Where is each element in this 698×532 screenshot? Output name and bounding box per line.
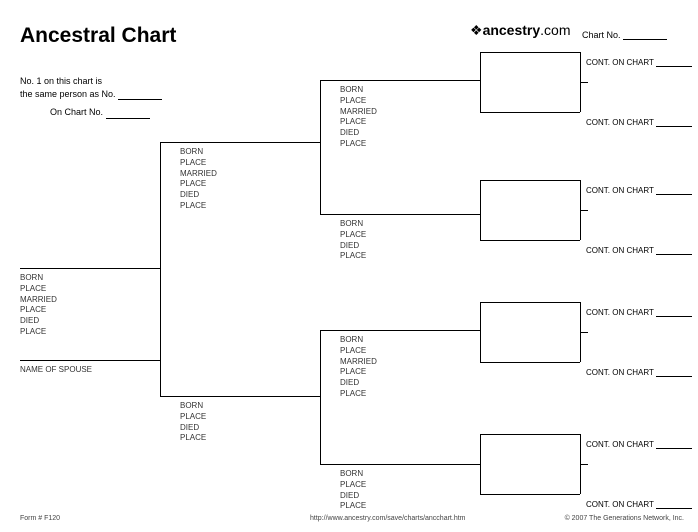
person-14-name-line[interactable]: [480, 434, 580, 435]
footer-form: Form # F120: [20, 515, 60, 522]
cont-chart-10[interactable]: CONT. ON CHART: [586, 186, 692, 195]
person-4-name-line[interactable]: [320, 80, 480, 81]
brand-logo: ❖ancestry.com: [470, 22, 571, 39]
person-2-fields[interactable]: BORNPLACEMARRIEDPLACEDIEDPLACE: [180, 147, 217, 212]
person-3-fields[interactable]: BORNPLACEDIEDPLACE: [180, 401, 206, 444]
person-3-name-line[interactable]: [160, 396, 320, 397]
spouse-label: NAME OF SPOUSE: [20, 365, 92, 376]
spouse-name-line[interactable]: [20, 360, 160, 361]
intro-block: No. 1 on this chart is the same person a…: [20, 75, 162, 119]
chart-number-label: Chart No.: [582, 30, 621, 40]
person-1-name-line[interactable]: [20, 268, 160, 269]
person-12-name-line[interactable]: [480, 302, 580, 303]
bracket-gen3-a: [480, 52, 481, 112]
footer-url: http://www.ancestry.com/save/charts/ancc…: [310, 515, 465, 522]
ancestral-chart-form: Ancestral Chart ❖ancestry.com Chart No. …: [0, 0, 698, 532]
stub-a: [580, 82, 588, 83]
bracket-gen1: [160, 142, 161, 396]
bracket-gen3-c: [480, 302, 481, 362]
stub-b: [580, 210, 588, 211]
person-5-fields[interactable]: BORNPLACEDIEDPLACE: [340, 219, 366, 262]
person-5-name-line[interactable]: [320, 214, 480, 215]
cont-chart-13[interactable]: CONT. ON CHART: [586, 368, 692, 377]
person-8-name-line[interactable]: [480, 52, 580, 53]
person-9-name-line[interactable]: [480, 112, 580, 113]
footer-copy: © 2007 The Generations Network, Inc.: [565, 515, 684, 522]
cont-chart-9[interactable]: CONT. ON CHART: [586, 118, 692, 127]
person-6-name-line[interactable]: [320, 330, 480, 331]
person-7-fields[interactable]: BORNPLACEDIEDPLACE: [340, 469, 366, 512]
page-title: Ancestral Chart: [20, 24, 176, 48]
stub-c: [580, 332, 588, 333]
intro-line-3[interactable]: On Chart No.: [20, 106, 162, 119]
person-7-name-line[interactable]: [320, 464, 480, 465]
cont-chart-12[interactable]: CONT. ON CHART: [586, 308, 692, 317]
person-1-fields[interactable]: BORNPLACEMARRIEDPLACEDIEDPLACE: [20, 273, 57, 338]
stub-d: [580, 464, 588, 465]
brand-glyph-icon: ❖: [470, 22, 483, 38]
brand-suffix: .com: [540, 22, 570, 38]
person-15-name-line[interactable]: [480, 494, 580, 495]
person-10-name-line[interactable]: [480, 180, 580, 181]
person-13-name-line[interactable]: [480, 362, 580, 363]
intro-line-2[interactable]: the same person as No.: [20, 88, 162, 101]
person-2-name-line[interactable]: [160, 142, 320, 143]
brand-name: ancestry: [483, 22, 541, 38]
person-4-fields[interactable]: BORNPLACEMARRIEDPLACEDIEDPLACE: [340, 85, 377, 150]
bracket-gen2-lower: [320, 330, 321, 464]
cont-chart-8[interactable]: CONT. ON CHART: [586, 58, 692, 67]
cont-chart-14[interactable]: CONT. ON CHART: [586, 440, 692, 449]
person-6-fields[interactable]: BORNPLACEMARRIEDPLACEDIEDPLACE: [340, 335, 377, 400]
person-11-name-line[interactable]: [480, 240, 580, 241]
bracket-gen3-d: [480, 434, 481, 494]
cont-chart-15[interactable]: CONT. ON CHART: [586, 500, 692, 509]
cont-chart-11[interactable]: CONT. ON CHART: [586, 246, 692, 255]
intro-line-1: No. 1 on this chart is: [20, 75, 162, 88]
bracket-gen3-b: [480, 180, 481, 240]
bracket-gen2-upper: [320, 80, 321, 214]
chart-number-field[interactable]: Chart No.: [582, 30, 667, 40]
